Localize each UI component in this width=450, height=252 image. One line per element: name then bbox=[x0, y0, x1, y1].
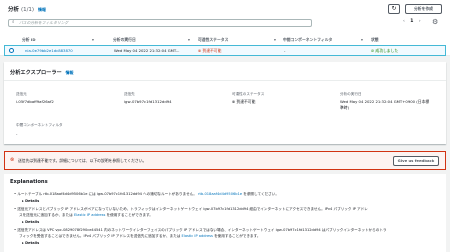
row-radio-button[interactable] bbox=[9, 48, 14, 53]
refresh-icon: ↻ bbox=[391, 5, 397, 12]
explanation-item-cont: フィックを受信することはできません。IPv4 パブリック IP アドレスを送信先… bbox=[19, 234, 260, 239]
refresh-button[interactable]: ↻ bbox=[388, 4, 400, 14]
col-sort-icon[interactable]: ▾ bbox=[274, 36, 276, 43]
info-link[interactable]: 情報 bbox=[38, 7, 46, 12]
analysis-count: (1/1) bbox=[20, 7, 35, 13]
col-sort-icon[interactable]: ▾ bbox=[361, 36, 363, 43]
details-label: Details bbox=[25, 241, 40, 245]
error-alert: ⊗ 送信先は到達不能です。詳細については、以下の説明を参照してください。 Giv… bbox=[4, 151, 446, 170]
info-link[interactable]: 情報 bbox=[66, 70, 74, 75]
reach-value: ⊗ 到達不可能 bbox=[232, 99, 255, 105]
search-icon: ⌕ bbox=[12, 20, 15, 25]
filter-value: - bbox=[16, 131, 18, 136]
col-analysis-id[interactable]: 分析 ID bbox=[22, 36, 35, 43]
analysis-explorer-card: 分析エクスプローラー 情報 送信元 i-05f7dbaff9af26af2 送信… bbox=[4, 62, 446, 144]
details-toggle[interactable]: ▸ Details bbox=[22, 199, 39, 203]
create-analysis-button[interactable]: 分析を作成 bbox=[405, 4, 442, 14]
elastic-ip-link[interactable]: Elastic IP address bbox=[74, 213, 105, 217]
explanation-item: • 送信元アドレスとパブリック IP アドレスがペアになっていないため、トラフィ… bbox=[14, 207, 368, 211]
reachability-text: 到達不可能 bbox=[202, 48, 222, 53]
search-input[interactable]: ⌕ パスの分析をフィルタリング bbox=[8, 19, 312, 27]
filter-label: 中間コンポーネントフィルタ bbox=[16, 123, 63, 127]
source-value: i-05f7dbaff9af26af2 bbox=[16, 99, 54, 104]
current-page[interactable]: 1 bbox=[410, 19, 413, 24]
settings-gear-icon[interactable]: ⚙ bbox=[432, 18, 438, 26]
pagination: ‹ 1 › bbox=[401, 19, 423, 24]
analysis-id-link[interactable]: nia-0e79bb2e1dc883870 bbox=[25, 46, 73, 55]
col-reachability[interactable]: 可達性ステータス bbox=[198, 36, 228, 43]
page-title-text: 分析 bbox=[8, 7, 20, 13]
date-value-line2: 準時) bbox=[340, 105, 350, 110]
next-page-button[interactable]: › bbox=[419, 19, 421, 24]
error-icon: ⊗ bbox=[232, 99, 236, 104]
divider bbox=[4, 80, 446, 81]
page-title: 分析 (1/1) 情報 bbox=[8, 5, 46, 13]
explanation-text: 送信元アドレスとパブリック IP アドレスがペアになっていないため、トラフィック… bbox=[17, 207, 368, 211]
error-icon: ⊗ bbox=[198, 48, 202, 53]
source-label: 送信元 bbox=[16, 92, 27, 96]
details-toggle[interactable]: ▸ Details bbox=[22, 220, 39, 224]
date-value-line1: Wed May 04 2022 21:32:04 GMT+0900 (日本標 bbox=[340, 99, 430, 104]
run-date-cell: Wed May 04 2022 21:32:04 GMT... bbox=[114, 48, 180, 53]
explanation-item-cont: スを送信元に追加するか、または Elastic IP address を使用する… bbox=[19, 213, 153, 218]
col-run-date[interactable]: 分析の実行日 bbox=[113, 36, 136, 43]
dest-label: 送信先 bbox=[124, 92, 135, 96]
explanation-tail: を使用することができます。 bbox=[214, 234, 261, 238]
explanation-item: • ルートテーブル rtb-018aaf4d4d9506b1e には igw-0… bbox=[14, 192, 279, 196]
explanation-text: フィックを受信することはできません。IPv4 パブリック IP アドレスを送信先… bbox=[19, 234, 181, 238]
dest-value: igw-07b97c1fd1312dd94 bbox=[124, 99, 172, 104]
elastic-ip-link[interactable]: Elastic IP address bbox=[182, 234, 213, 238]
error-icon: ⊗ bbox=[10, 157, 15, 163]
col-sort-icon[interactable]: ▾ bbox=[188, 36, 190, 43]
explanation-tail: を参照してください。 bbox=[243, 192, 279, 196]
explanation-item: • 送信先アドレスは VPC vpc-0829078f290ce44541 内の… bbox=[14, 228, 387, 232]
prev-page-button[interactable]: ‹ bbox=[403, 19, 405, 24]
explanation-text: ルートテーブル rtb-018aaf4d4d9506b1e には igw-07b… bbox=[17, 192, 197, 196]
filter-cell: - bbox=[284, 48, 286, 53]
explanations-section: Explanations • ルートテーブル rtb-018aaf4d4d950… bbox=[4, 174, 446, 252]
reach-value-text: 到達不可能 bbox=[236, 99, 256, 104]
success-icon: ⊘ bbox=[371, 48, 375, 53]
col-filter[interactable]: 中間コンポーネントフィルタ bbox=[283, 36, 332, 43]
table-header: 分析 ID ▾ 分析の実行日 ▾ 可達性ステータス ▾ 中間コンポーネントフィル… bbox=[8, 36, 442, 43]
analysis-panel: 分析 (1/1) 情報 ↻ 分析を作成 ⌕ パスの分析をフィルタリング ‹ 1 … bbox=[0, 0, 450, 56]
route-table-link[interactable]: rtb-018aaf4d4d9506b1e bbox=[198, 192, 242, 196]
details-toggle[interactable]: ▸ Details bbox=[22, 241, 39, 245]
explanation-text: スを送信元に追加するか、または bbox=[19, 213, 73, 217]
explanations-title: Explanations bbox=[10, 179, 48, 185]
col-sort-icon[interactable]: ▾ bbox=[92, 36, 94, 43]
details-label: Details bbox=[25, 199, 40, 203]
alert-text: 送信先は到達不能です。詳細については、以下の説明を参照してください。 bbox=[18, 158, 147, 163]
explorer-title: 分析エクスプローラー 情報 bbox=[10, 69, 74, 76]
explanation-text: 送信先アドレスは VPC vpc-0829078f290ce44541 内のネッ… bbox=[17, 228, 387, 232]
search-placeholder: パスの分析をフィルタリング bbox=[19, 20, 69, 25]
explorer-title-text: 分析エクスプローラー bbox=[10, 70, 62, 76]
state-text: 成功しました bbox=[375, 48, 399, 53]
explanation-tail: を使用することができます。 bbox=[106, 213, 153, 217]
reachability-cell: ⊗ 到達不可能 bbox=[198, 46, 221, 55]
date-label: 分析の実行日 bbox=[340, 92, 362, 96]
details-label: Details bbox=[25, 220, 40, 224]
feedback-button[interactable]: Give us feedback bbox=[393, 156, 439, 166]
col-state[interactable]: 状態 bbox=[371, 36, 379, 43]
table-row[interactable]: nia-0e79bb2e1dc883870 Wed May 04 2022 21… bbox=[4, 45, 446, 56]
reach-label: 可達性のステータス bbox=[232, 92, 265, 96]
state-cell: ⊘ 成功しました bbox=[371, 46, 398, 55]
